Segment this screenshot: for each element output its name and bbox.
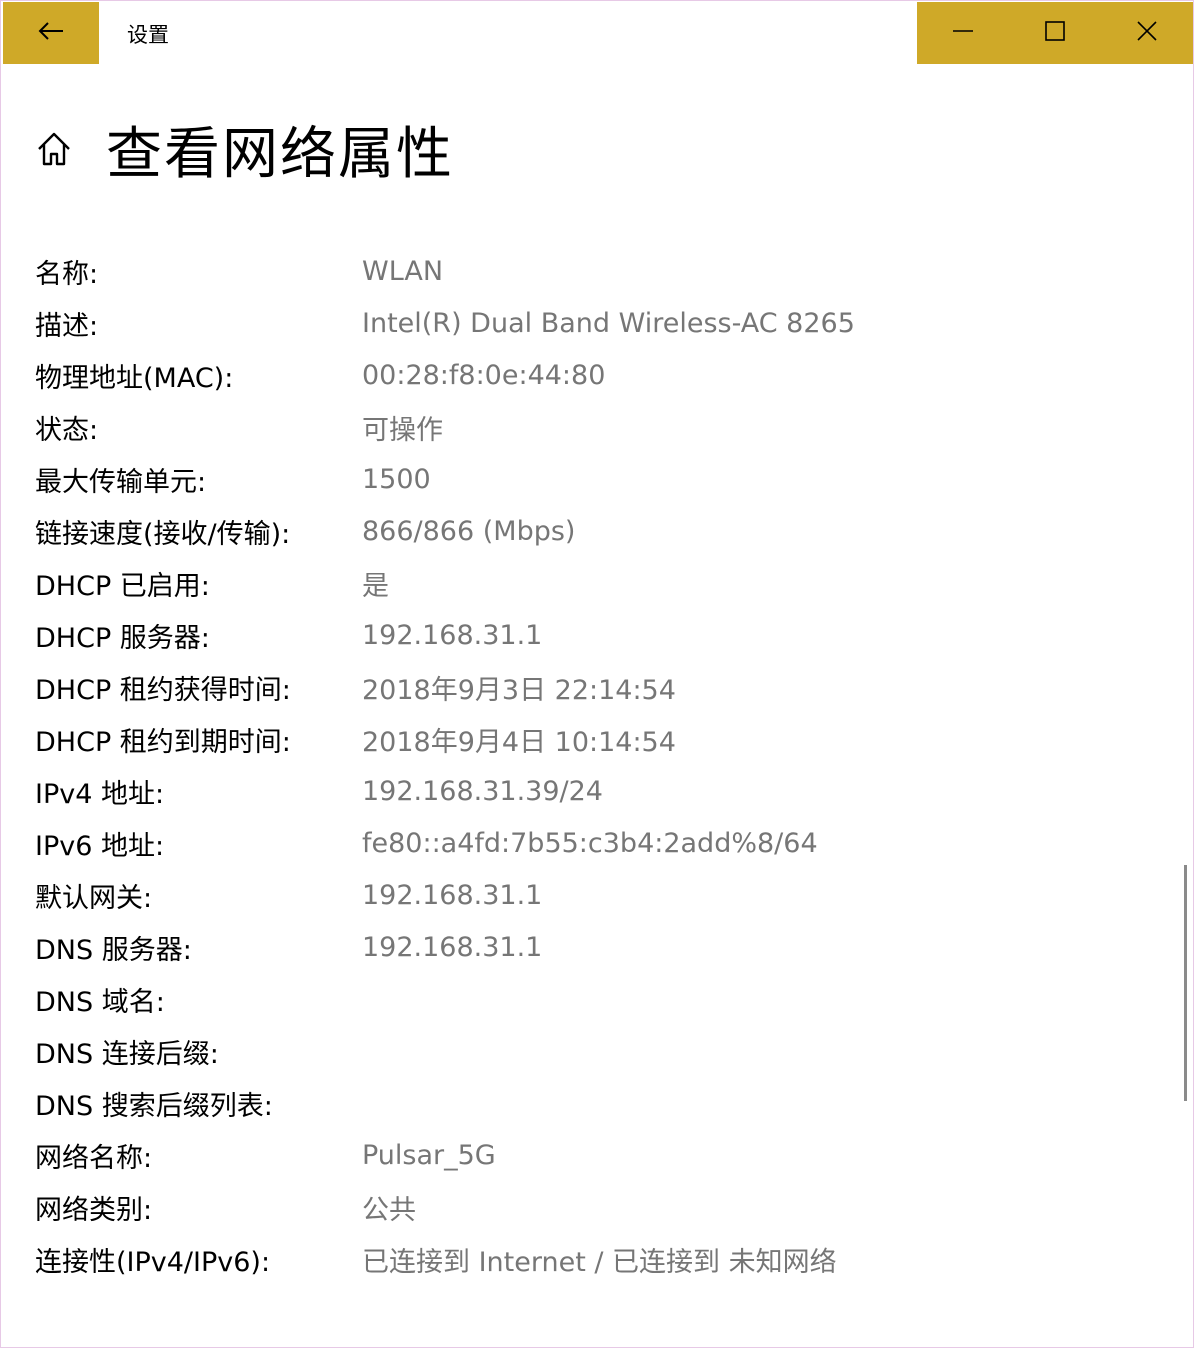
- property-row: DNS 连接后缀:: [35, 1025, 855, 1077]
- property-value: 192.168.31.1: [362, 879, 543, 911]
- property-value: fe80::a4fd:7b55:c3b4:2add%8/64: [362, 827, 818, 859]
- close-button[interactable]: [1101, 2, 1193, 64]
- property-label: 链接速度(接收/传输):: [35, 518, 291, 550]
- property-label: 网络类别:: [35, 1194, 153, 1226]
- maximize-icon: [1044, 20, 1066, 46]
- property-row: DNS 域名:: [35, 973, 855, 1025]
- property-value: 192.168.31.1: [362, 931, 543, 963]
- property-value: 2018年9月3日 22:14:54: [362, 674, 676, 706]
- property-row: DHCP 服务器: 192.168.31.1: [35, 609, 855, 661]
- property-row: IPv6 地址: fe80::a4fd:7b55:c3b4:2add%8/64: [35, 817, 855, 869]
- page-title: 查看网络属性: [106, 121, 454, 187]
- back-arrow-icon: [37, 20, 65, 46]
- window-title: 设置: [127, 23, 169, 47]
- property-label: DNS 搜索后缀列表:: [35, 1090, 273, 1122]
- property-row: 物理地址(MAC): 00:28:f8:0e:44:80: [35, 349, 855, 401]
- property-label: DHCP 租约获得时间:: [35, 674, 291, 706]
- property-label: DHCP 已启用:: [35, 570, 210, 602]
- minimize-icon: [952, 20, 974, 46]
- property-value: 866/866 (Mbps): [362, 515, 576, 547]
- maximize-button[interactable]: [1009, 2, 1101, 64]
- property-label: 状态:: [35, 414, 99, 446]
- property-row: DHCP 租约获得时间: 2018年9月3日 22:14:54: [35, 661, 855, 713]
- property-value: 00:28:f8:0e:44:80: [362, 359, 606, 391]
- title-bar: 设置: [2, 2, 1193, 64]
- property-row: 最大传输单元: 1500: [35, 453, 855, 505]
- back-button[interactable]: [3, 2, 99, 64]
- property-value: Intel(R) Dual Band Wireless-AC 8265: [362, 307, 855, 339]
- property-value: 是: [362, 570, 389, 602]
- property-row: 链接速度(接收/传输): 866/866 (Mbps): [35, 505, 855, 557]
- property-row: 网络类别: 公共: [35, 1181, 855, 1233]
- property-label: 描述:: [35, 310, 99, 342]
- property-row: DHCP 租约到期时间: 2018年9月4日 10:14:54: [35, 713, 855, 765]
- property-value: 可操作: [362, 414, 443, 446]
- property-label: 网络名称:: [35, 1142, 153, 1174]
- property-label: DNS 服务器:: [35, 934, 192, 966]
- property-value: 1500: [362, 463, 431, 495]
- property-row: DNS 服务器: 192.168.31.1: [35, 921, 855, 973]
- home-icon[interactable]: [34, 128, 76, 170]
- property-label: DNS 域名:: [35, 986, 165, 1018]
- property-label: 最大传输单元:: [35, 466, 207, 498]
- property-value: 已连接到 Internet / 已连接到 未知网络: [362, 1246, 837, 1278]
- close-icon: [1136, 20, 1158, 46]
- settings-window: 设置 查看网络属性 名称: WLAN 描述: Intel(R) Dual Ban…: [0, 0, 1194, 1348]
- property-value: 192.168.31.1: [362, 619, 543, 651]
- network-properties-list: 名称: WLAN 描述: Intel(R) Dual Band Wireless-AC…: [35, 245, 855, 1285]
- property-label: 名称:: [35, 258, 99, 290]
- property-value: 2018年9月4日 10:14:54: [362, 726, 676, 758]
- page-header: 查看网络属性: [34, 109, 454, 189]
- property-label: 物理地址(MAC):: [35, 362, 234, 394]
- property-value: Pulsar_5G: [362, 1139, 496, 1171]
- property-row: 状态: 可操作: [35, 401, 855, 453]
- property-label: DHCP 租约到期时间:: [35, 726, 291, 758]
- property-value: 192.168.31.39/24: [362, 775, 603, 807]
- property-row: IPv4 地址: 192.168.31.39/24: [35, 765, 855, 817]
- property-value: 公共: [362, 1194, 416, 1226]
- property-row: 描述: Intel(R) Dual Band Wireless-AC 8265: [35, 297, 855, 349]
- minimize-button[interactable]: [917, 2, 1009, 64]
- property-label: 连接性(IPv4/IPv6):: [35, 1246, 271, 1278]
- property-label: DHCP 服务器:: [35, 622, 210, 654]
- scrollbar[interactable]: [1184, 865, 1187, 1101]
- property-row: DNS 搜索后缀列表:: [35, 1077, 855, 1129]
- property-label: 默认网关:: [35, 882, 153, 914]
- property-label: DNS 连接后缀:: [35, 1038, 219, 1070]
- property-value: WLAN: [362, 255, 444, 287]
- property-row: 网络名称: Pulsar_5G: [35, 1129, 855, 1181]
- property-row: 连接性(IPv4/IPv6): 已连接到 Internet / 已连接到 未知网络: [35, 1233, 855, 1285]
- window-controls: [917, 2, 1193, 64]
- property-row: 默认网关: 192.168.31.1: [35, 869, 855, 921]
- property-row: 名称: WLAN: [35, 245, 855, 297]
- property-row: DHCP 已启用: 是: [35, 557, 855, 609]
- property-label: IPv4 地址:: [35, 778, 165, 810]
- property-label: IPv6 地址:: [35, 830, 165, 862]
